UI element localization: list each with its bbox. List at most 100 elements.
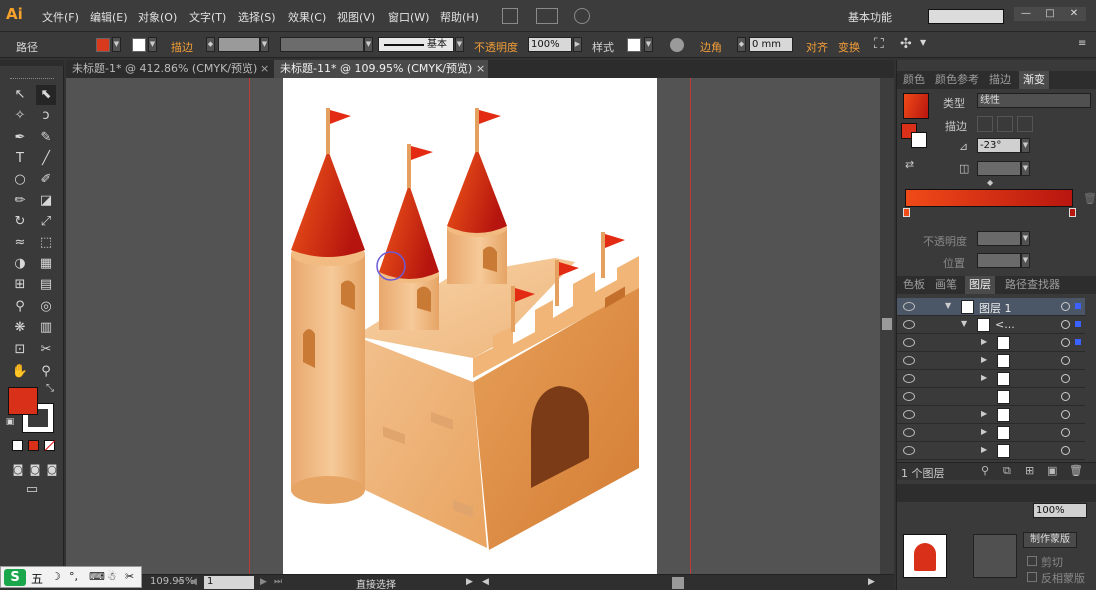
prev-artboard-icon[interactable]: ◀ [190, 577, 197, 587]
vertical-scrollbar[interactable] [880, 78, 894, 574]
close-window-button[interactable]: ✕ [1062, 7, 1086, 21]
column-graph-icon[interactable]: ▥ [36, 318, 56, 338]
visibility-eye-icon[interactable] [903, 356, 915, 365]
maximize-button[interactable]: □ [1038, 7, 1062, 21]
transparency-opacity-field[interactable]: 100% [1033, 503, 1087, 518]
stroke-label[interactable]: 描边 [171, 39, 193, 55]
line-icon[interactable]: ╱ [36, 149, 56, 169]
mesh-icon[interactable]: ⊞ [10, 275, 30, 295]
stroke-swatch[interactable] [132, 38, 146, 52]
recolor-icon[interactable] [670, 38, 684, 52]
tab-color-guide[interactable]: 颜色参考 [931, 71, 983, 89]
gradient-type-select[interactable]: 线性 [977, 93, 1091, 108]
tools-header[interactable] [0, 60, 64, 66]
none-mode-icon[interactable] [44, 440, 56, 451]
object-thumbnail[interactable] [903, 534, 947, 578]
layer-row[interactable]: ▶ [897, 370, 1085, 388]
bridge-icon[interactable] [502, 8, 518, 24]
layer-row[interactable]: ▶ [897, 442, 1085, 460]
tab-layers[interactable]: 图层 [965, 276, 995, 294]
sublayer-target-icon[interactable] [1061, 356, 1070, 365]
sublayer-target-icon[interactable] [1061, 392, 1070, 401]
artboard-icon[interactable]: ⊡ [10, 340, 30, 360]
sync-icon[interactable] [574, 8, 590, 24]
tab-stroke[interactable]: 描边 [985, 71, 1015, 89]
selection-indicator[interactable] [1075, 339, 1081, 345]
stroke-across-icon[interactable] [1017, 116, 1033, 132]
close-tab-11-icon[interactable]: × [476, 62, 485, 75]
control-menu-arrow-icon[interactable]: ▼ [920, 38, 926, 47]
ime-logo-icon[interactable]: S [4, 569, 26, 586]
selection-indicator[interactable] [1075, 321, 1081, 327]
angle-dropdown[interactable]: ▼ [1021, 138, 1030, 153]
default-colors-icon[interactable]: ▣ [4, 416, 16, 428]
expand-sublayer-icon[interactable]: ▶ [981, 409, 987, 418]
make-mask-button[interactable]: 制作蒙版 [1023, 532, 1077, 548]
corner-label[interactable]: 边角 [700, 39, 722, 55]
gradient-slider[interactable] [905, 189, 1073, 207]
hscroll-left-icon[interactable]: ◀ [482, 577, 489, 587]
help-search-input[interactable] [928, 9, 1004, 24]
layer-target-icon[interactable] [1061, 302, 1070, 311]
layer-row[interactable]: ▶ [897, 352, 1085, 370]
zoom-readout[interactable]: 109.95% [150, 576, 195, 587]
corner-field[interactable]: 0 mm [749, 37, 793, 52]
stroke-along-icon[interactable] [997, 116, 1013, 132]
tab-document-11[interactable]: 未标题-11* @ 109.95% (CMYK/预览) [274, 60, 488, 78]
sublayer-target-icon[interactable] [1061, 338, 1070, 347]
pen-icon[interactable]: ✒ [10, 128, 30, 148]
transform-each-icon[interactable]: ✣ [900, 36, 912, 52]
first-artboard-icon[interactable]: ⏮ [176, 577, 184, 587]
slice-icon[interactable]: ✂ [36, 340, 56, 360]
tab-brushes[interactable]: 画笔 [931, 276, 961, 294]
castle-illustration[interactable] [283, 78, 657, 574]
magic-wand-icon[interactable]: ✧ [10, 106, 30, 126]
align-link[interactable]: 对齐 [806, 39, 828, 55]
ime-keyboard-icon[interactable]: ⌨ [89, 570, 105, 583]
fill-color-box[interactable] [8, 387, 38, 415]
midpoint-diamond-icon[interactable]: ◆ [987, 178, 993, 187]
isolate-icon[interactable]: ⛶ [874, 36, 884, 52]
tab-gradient[interactable]: 渐变 [1019, 71, 1049, 89]
blend-icon[interactable]: ◎ [36, 297, 56, 317]
clipping-mask-icon[interactable]: ⧉ [1003, 464, 1011, 478]
variable-width-dropdown[interactable]: ▼ [364, 37, 373, 52]
layer-name[interactable]: 图层 1 [979, 300, 1012, 316]
zoom-icon[interactable]: ⚲ [36, 362, 56, 382]
visibility-eye-icon[interactable] [903, 338, 915, 347]
rotate-icon[interactable]: ↻ [10, 212, 30, 232]
selection-icon[interactable]: ↖ [10, 85, 30, 105]
warp-icon[interactable]: ≈ [10, 233, 30, 253]
paintbrush-icon[interactable]: ✐ [36, 170, 56, 190]
curvature-icon[interactable]: ✎ [36, 128, 56, 148]
expand-sublayer-icon[interactable]: ▶ [981, 373, 987, 382]
layer-row[interactable]: ▼ <... [897, 316, 1085, 334]
gradient-opacity-field[interactable] [977, 231, 1021, 246]
opacity-dropdown[interactable]: ▶ [573, 37, 582, 52]
graphic-style-swatch[interactable] [627, 38, 641, 52]
shape-builder-icon[interactable]: ◑ [10, 254, 30, 274]
menu-file[interactable]: 文件(F) [42, 9, 79, 25]
expand-sublayer-icon[interactable]: ▶ [981, 445, 987, 454]
layer-row[interactable]: ▶ [897, 334, 1085, 352]
draw-inside-icon[interactable]: ◙ [42, 460, 62, 480]
artboard-number-field[interactable]: 1 [204, 576, 254, 589]
menu-object[interactable]: 对象(O) [138, 9, 177, 25]
delete-stop-icon[interactable]: 🗑 [1083, 192, 1096, 205]
brush-style-dropdown[interactable]: ▼ [455, 37, 464, 52]
screen-mode-icon[interactable]: ▭ [22, 480, 42, 500]
tools-gripper[interactable] [10, 78, 54, 80]
corner-stepper[interactable]: ◆ [737, 37, 746, 52]
layer-row[interactable] [897, 388, 1085, 406]
horizontal-scroll-thumb[interactable] [672, 577, 684, 589]
workspace-switcher[interactable]: 基本功能 [848, 9, 892, 25]
visibility-eye-icon[interactable] [903, 302, 915, 311]
opacity-field[interactable]: 100% [528, 37, 572, 52]
eraser-icon[interactable]: ◪ [36, 191, 56, 211]
color-mode-icon[interactable] [12, 440, 23, 451]
last-artboard-icon[interactable]: ⏭ [274, 577, 282, 587]
stroke-dropdown[interactable]: ▼ [148, 37, 157, 52]
sublayer-target-icon[interactable] [1061, 446, 1070, 455]
expand-group-icon[interactable]: ▼ [961, 319, 967, 328]
ime-tools-icon[interactable]: ✂ [125, 570, 134, 583]
